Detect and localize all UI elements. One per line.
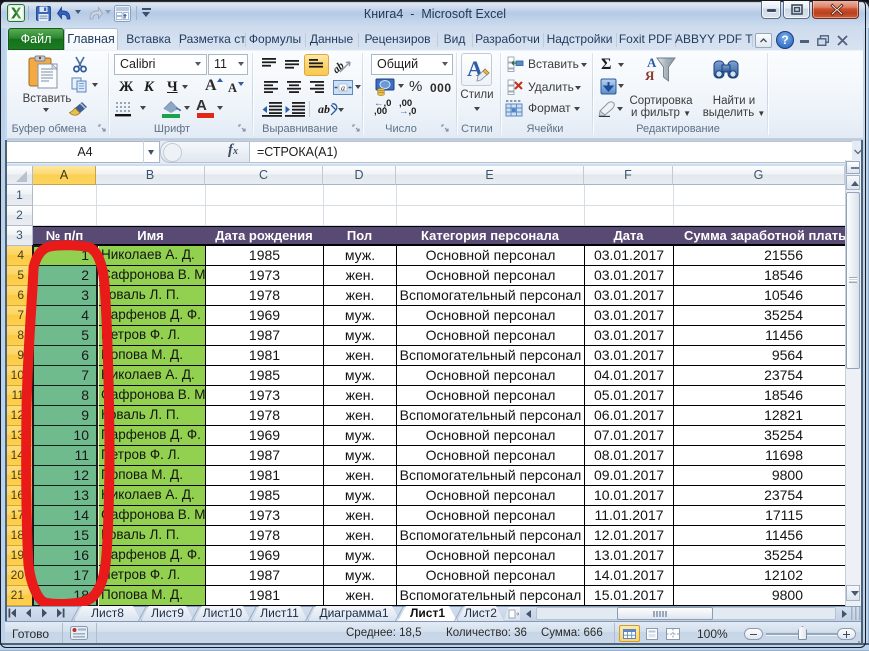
svg-text:a: a <box>341 84 345 93</box>
svg-text:ab: ab <box>318 102 330 116</box>
